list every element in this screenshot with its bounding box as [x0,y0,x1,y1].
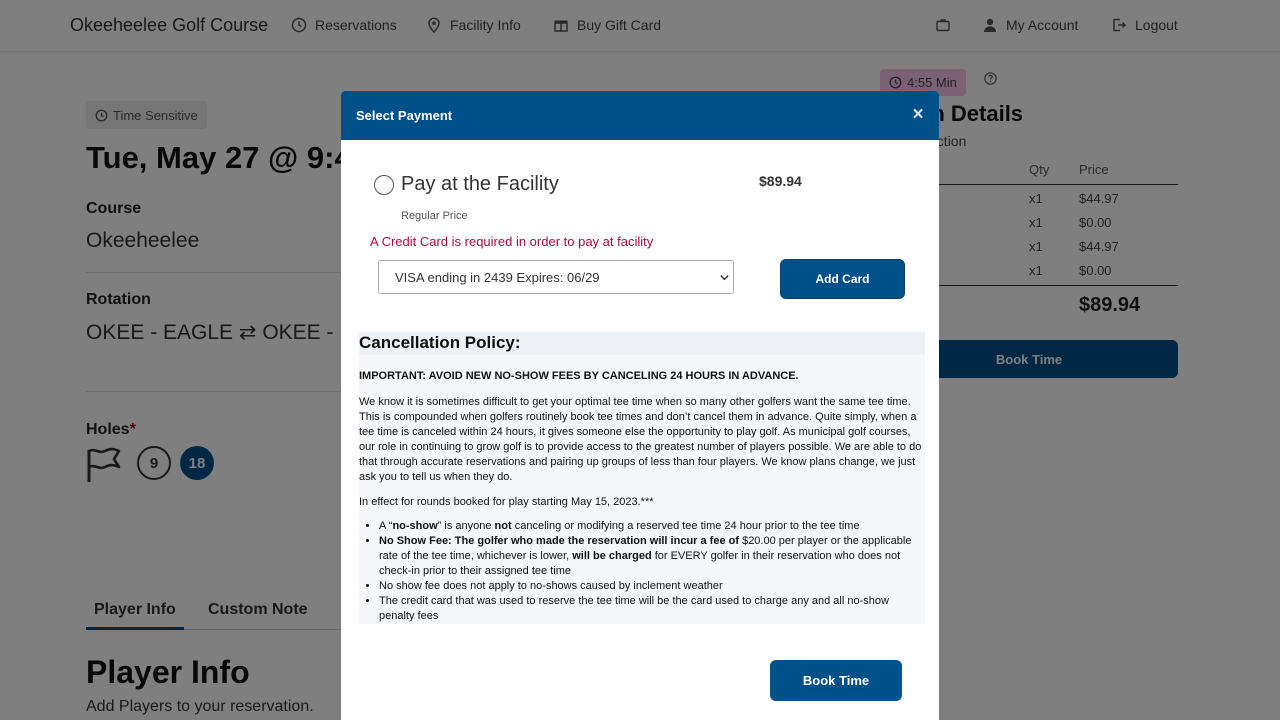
text: ” is anyone [437,520,495,532]
text: will be charged [572,550,652,562]
policy-rules-list: A “no-show” is anyone not canceling or m… [379,519,925,624]
text: canceling or modifying a reserved tee ti… [511,520,860,532]
policy-important: IMPORTANT: AVOID NEW NO-SHOW FEES BY CAN… [359,370,799,382]
card-select-value: VISA ending in 2439 Expires: 06/29 [395,270,600,285]
policy-paragraph: We know it is sometimes difficult to get… [359,396,922,483]
text: no-show [392,520,438,532]
pay-at-facility-label[interactable]: Pay at the Facility [401,173,559,196]
chevron-down-icon [720,275,729,281]
close-icon[interactable]: × [910,105,926,124]
book-time-button[interactable]: Book Time [770,660,902,701]
pay-at-facility-price: $89.94 [759,173,802,189]
pay-at-facility-radio[interactable] [374,175,394,195]
regular-price-label: Regular Price [401,210,468,222]
list-item: A “no-show” is anyone not canceling or m… [379,519,925,534]
select-payment-modal: Select Payment × Pay at the Facility $89… [341,91,939,720]
card-select[interactable]: VISA ending in 2439 Expires: 06/29 [378,260,734,294]
policy-effective-date: In effect for rounds booked for play sta… [359,496,654,508]
modal-title: Select Payment [356,108,453,123]
text: A “ [379,520,393,532]
policy-title: Cancellation Policy: [359,333,925,355]
text: No Show Fee: The golfer who made the res… [379,535,740,547]
list-item: The credit card that was used to reserve… [379,594,925,624]
credit-card-required-notice: A Credit Card is required in order to pa… [370,234,654,249]
text: not [494,520,512,532]
modal-header: Select Payment × [341,91,939,140]
list-item: No Show Fee: The golfer who made the res… [379,534,925,579]
add-card-button[interactable]: Add Card [780,259,905,299]
list-item: No show fee does not apply to no-shows c… [379,579,925,594]
cancellation-policy: Cancellation Policy: IMPORTANT: AVOID NE… [359,331,925,624]
